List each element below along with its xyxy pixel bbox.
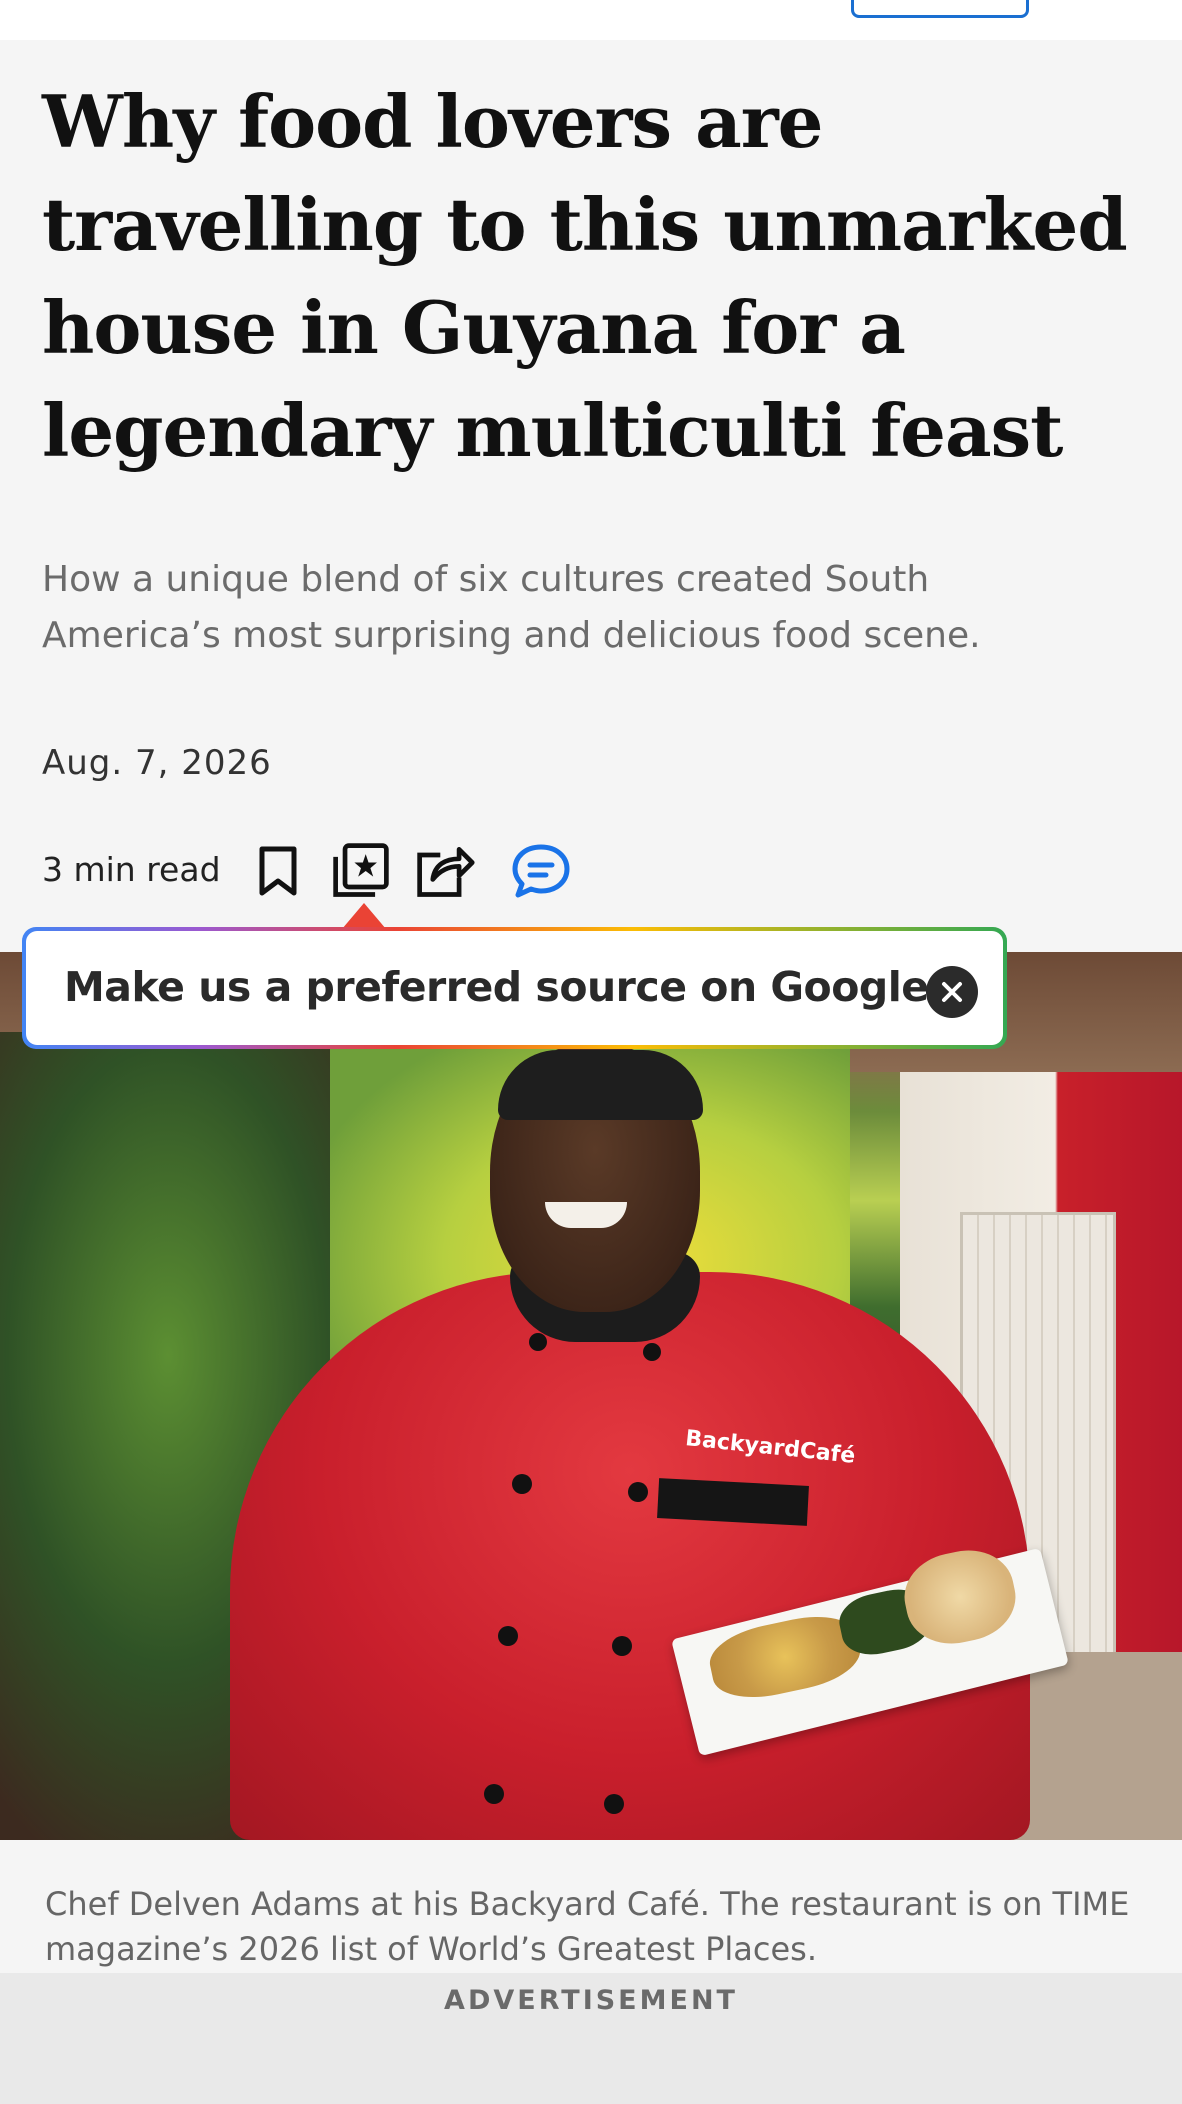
- gift-article-icon[interactable]: [330, 840, 392, 902]
- share-icon[interactable]: [414, 840, 476, 902]
- jacket-buttons: [484, 1333, 661, 1814]
- popup-body: Make us a preferred source on Google: [26, 931, 1003, 1045]
- popup-pointer: [342, 903, 386, 929]
- publish-date: Aug. 7, 2026: [42, 743, 272, 783]
- bookmark-icon[interactable]: [247, 840, 309, 902]
- top-bar: [0, 0, 1182, 40]
- chef-pocket: [657, 1478, 809, 1526]
- advertisement-label: ADVERTISEMENT: [444, 1985, 738, 2016]
- read-time: 3 min read: [42, 850, 221, 889]
- article-dek: How a unique blend of six cultures creat…: [42, 559, 981, 656]
- preferred-source-popup[interactable]: Make us a preferred source on Google: [22, 927, 1007, 1049]
- advertisement-slot[interactable]: ADVERTISEMENT: [0, 1973, 1182, 2104]
- comments-icon[interactable]: [510, 840, 572, 902]
- header-button[interactable]: [851, 0, 1029, 18]
- image-caption: Chef Delven Adams at his Backyard Café. …: [45, 1885, 1130, 1968]
- article-actions: 3 min read: [42, 840, 642, 906]
- popup-text[interactable]: Make us a preferred source on Google: [64, 963, 929, 1011]
- hero-image: BackyardCafé: [0, 952, 1182, 1840]
- article-headline: Why food lovers are travelling to this u…: [42, 79, 1128, 473]
- close-icon[interactable]: [926, 966, 978, 1018]
